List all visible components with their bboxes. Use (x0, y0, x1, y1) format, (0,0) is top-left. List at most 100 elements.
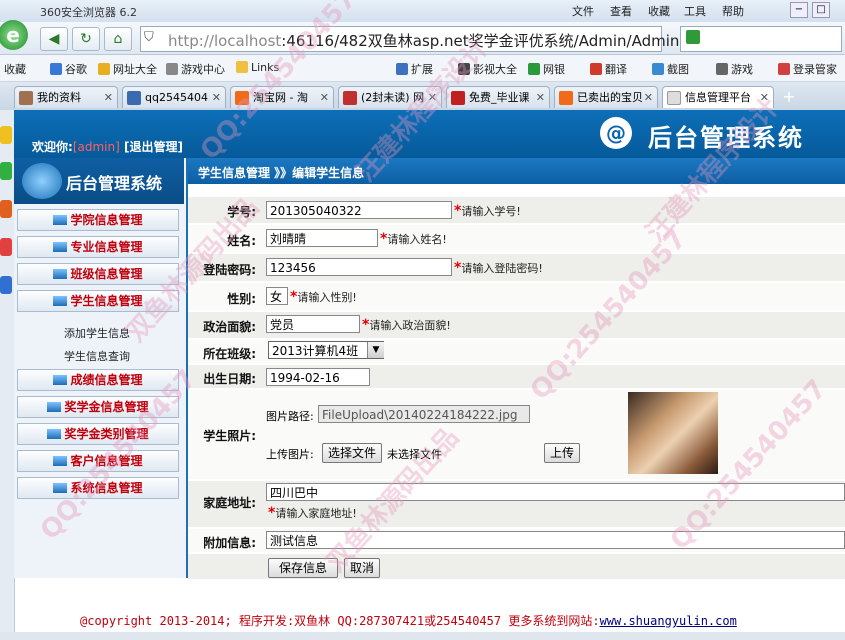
submenu-query-student[interactable]: 学生信息查询 (64, 348, 130, 364)
close-icon[interactable]: ✕ (212, 87, 221, 108)
close-icon[interactable]: ✕ (536, 87, 545, 108)
fav-games[interactable]: 游戏 (716, 61, 753, 77)
back-button[interactable]: ◀ (40, 27, 68, 51)
taobao-icon (235, 91, 249, 105)
password-input[interactable]: 123456 (266, 258, 452, 276)
student-no-input[interactable]: 201305040322 (266, 201, 452, 219)
close-icon[interactable]: ✕ (320, 87, 329, 108)
fav-url-directory[interactable]: 网址大全 (98, 61, 157, 77)
tab-qq[interactable]: qq2545404 ✕ (122, 86, 226, 108)
close-icon[interactable]: ✕ (644, 87, 653, 108)
profile-icon (19, 91, 33, 105)
refresh-button[interactable]: ↻ (72, 27, 100, 51)
address-text[interactable]: http://localhost:46116/482双鱼林asp.net奖学金评… (168, 30, 679, 51)
save-button[interactable]: 保存信息 (268, 558, 338, 578)
weibo-icon[interactable] (0, 200, 12, 218)
menu-label: 成绩信息管理 (70, 373, 143, 387)
star-icon[interactable] (0, 126, 12, 144)
student-no-hint-text: 请输入学号! (461, 205, 521, 218)
cancel-button[interactable]: 取消 (344, 558, 380, 578)
menu-class[interactable]: 班级信息管理 (17, 263, 179, 285)
arrow-icon (53, 456, 68, 466)
menu-scholarship-type[interactable]: 奖学金类别管理 (17, 423, 179, 445)
fav-extensions[interactable]: 扩展 (396, 61, 433, 77)
maximize-button[interactable]: □ (812, 2, 830, 18)
no-file-text: 未选择文件 (387, 448, 442, 461)
footer-link[interactable]: www.shuangyulin.com (600, 614, 737, 628)
fav-google-label: 谷歌 (65, 63, 87, 76)
sex-input[interactable]: 女 (266, 287, 288, 305)
fav-video[interactable]: 影视大全 (458, 61, 517, 77)
tab-mail[interactable]: (2封未读) 网 ✕ (338, 86, 442, 108)
close-icon[interactable]: ✕ (428, 87, 437, 108)
fav-screenshot[interactable]: 截图 (652, 61, 689, 77)
arrow-icon (53, 242, 68, 252)
fav-bank[interactable]: 网银 (528, 61, 565, 77)
fav-translate[interactable]: 翻译 (590, 61, 627, 77)
login-manager-icon (778, 63, 790, 75)
submenu-add-student[interactable]: 添加学生信息 (64, 325, 130, 341)
tab-admin-active[interactable]: 信息管理平台 ✕ (662, 86, 774, 108)
chevron-down-icon[interactable]: ▼ (367, 342, 384, 358)
home-button[interactable]: ⌂ (104, 27, 132, 51)
fav-google[interactable]: 谷歌 (50, 61, 87, 77)
upload-label: 上传图片: (266, 448, 314, 461)
extra-label: 附加信息: (203, 536, 256, 550)
minimize-button[interactable]: − (790, 2, 808, 18)
menu-favorites[interactable]: 收藏 (648, 3, 670, 19)
tab-sold[interactable]: 已卖出的宝贝 ✕ (554, 86, 658, 108)
menu-major[interactable]: 专业信息管理 (17, 236, 179, 258)
menu-help[interactable]: 帮助 (722, 3, 744, 19)
menu-file[interactable]: 文件 (572, 3, 594, 19)
page-icon (451, 91, 465, 105)
google-icon (50, 63, 62, 75)
current-user: [admin] (72, 140, 120, 154)
tab-free[interactable]: 免费_毕业课 ✕ (446, 86, 550, 108)
menu-scholarship[interactable]: 奖学金信息管理 (17, 396, 179, 418)
app-icon[interactable] (0, 238, 12, 256)
fav-game-center[interactable]: 游戏中心 (166, 61, 225, 77)
folder-icon (236, 61, 248, 73)
favorites-label[interactable]: 收藏 (4, 61, 26, 77)
name-input[interactable]: 刘晴晴 (266, 229, 378, 247)
menu-score[interactable]: 成绩信息管理 (17, 369, 179, 391)
tab-taobao[interactable]: 淘宝网 - 淘 ✕ (230, 86, 334, 108)
fav-links-label: Links (251, 61, 280, 74)
chat-icon[interactable] (0, 162, 12, 180)
logout-link[interactable]: [退出管理] (124, 140, 183, 154)
menu-tools[interactable]: 工具 (684, 3, 706, 19)
menu-system[interactable]: 系统信息管理 (17, 477, 179, 499)
search-engine-icon[interactable] (686, 30, 700, 44)
browser-sidebar (0, 110, 15, 640)
tab-my-profile[interactable]: 我的资料 ✕ (14, 86, 118, 108)
cloud-icon[interactable] (0, 276, 12, 294)
menu-label: 系统信息管理 (70, 481, 143, 495)
photo-path-input[interactable]: FileUpload\20140224184222.jpg (318, 405, 530, 423)
close-icon[interactable]: ✕ (104, 87, 113, 108)
name-hint-text: 请输入姓名! (387, 233, 447, 246)
tab-label: 信息管理平台 (685, 91, 751, 104)
search-box[interactable] (680, 26, 842, 52)
new-tab-button[interactable]: + (780, 88, 798, 106)
fav-links[interactable]: Links (236, 61, 279, 74)
politics-input[interactable]: 党员 (266, 315, 360, 333)
birthday-input[interactable]: 1994-02-16 (266, 368, 370, 386)
menu-view[interactable]: 查看 (610, 3, 632, 19)
menu-label: 学生信息管理 (70, 294, 143, 308)
tab-label: 我的资料 (37, 91, 81, 104)
translate-icon (590, 63, 602, 75)
taobao-icon (559, 91, 573, 105)
menu-college[interactable]: 学院信息管理 (17, 209, 179, 231)
menu-customer[interactable]: 客户信息管理 (17, 450, 179, 472)
menu-student[interactable]: 学生信息管理 (17, 290, 179, 312)
choose-file-button[interactable]: 选择文件 (322, 443, 382, 463)
arrow-icon (47, 429, 62, 439)
menu-logo-text: 后台管理系统 (66, 174, 163, 193)
upload-button[interactable]: 上传 (544, 443, 580, 463)
fav-login-manager[interactable]: 登录管家 (778, 61, 837, 77)
address-input[interactable]: 四川巴中 (266, 483, 845, 501)
close-icon[interactable]: ✕ (760, 87, 769, 108)
student-no-label: 学号: (227, 205, 256, 219)
extra-input[interactable]: 测试信息 (266, 531, 845, 549)
header-logo-text: 后台管理系统 (648, 124, 804, 152)
